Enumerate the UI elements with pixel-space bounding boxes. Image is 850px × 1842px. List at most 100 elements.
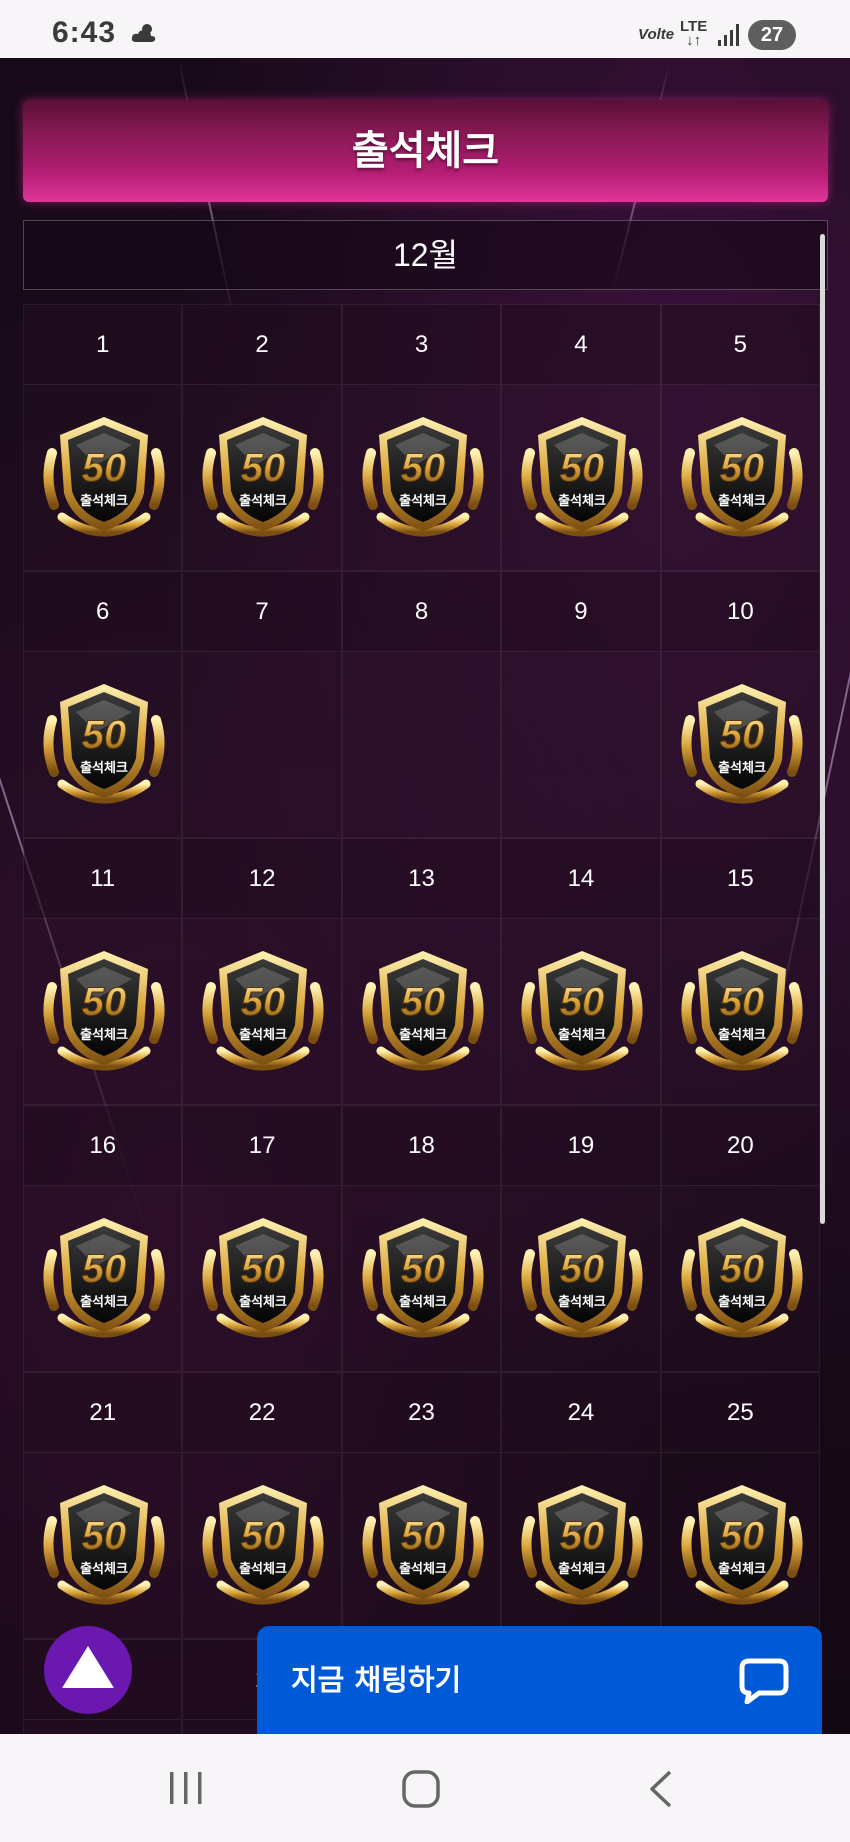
home-icon[interactable] xyxy=(401,1770,441,1808)
chat-bubble-icon xyxy=(739,1658,789,1704)
calendar-day-cell[interactable]: 23 50 출석체크 xyxy=(341,1372,502,1639)
status-bar: 6:43 Volte LTE ↓↑ 27 xyxy=(0,0,850,58)
calendar-day-cell[interactable]: 8 xyxy=(341,571,502,838)
day-stamp-area: 50 출석체크 xyxy=(502,919,659,1105)
badge-number: 50 xyxy=(241,1514,286,1558)
month-header: 12월 xyxy=(23,220,828,290)
calendar-day-cell[interactable]: 1 50 출석체크 xyxy=(23,304,183,571)
attendance-badge-icon: 50 출석체크 xyxy=(43,684,165,804)
calendar-day-cell[interactable]: 3 50 출석체크 xyxy=(341,304,502,571)
badge-label: 출석체크 xyxy=(399,1294,447,1310)
calendar-day-cell[interactable]: 19 50 출석체크 xyxy=(501,1105,661,1372)
badge-number: 50 xyxy=(719,1514,764,1558)
day-stamp-area: 50 출석체크 xyxy=(183,385,340,571)
day-stamp-area: 50 출석체크 xyxy=(183,1186,340,1372)
day-number: 20 xyxy=(661,1106,820,1186)
calendar-day-cell[interactable]: 5 50 출석체크 xyxy=(660,304,821,571)
attendance-badge-icon: 50 출석체크 xyxy=(43,1218,165,1338)
day-stamp-area: 50 출석체크 xyxy=(662,1453,819,1639)
attendance-badge-icon: 50 출석체크 xyxy=(202,1485,324,1605)
calendar-day-cell[interactable]: 25 50 출석체크 xyxy=(660,1372,821,1639)
badge-label: 출석체크 xyxy=(239,1561,287,1577)
calendar-day-cell[interactable]: 16 50 출석체크 xyxy=(23,1105,183,1372)
badge-label: 출석체크 xyxy=(80,1561,128,1577)
attendance-badge-icon: 50 출석체크 xyxy=(681,1485,803,1605)
page-title: 출석체크 xyxy=(351,128,500,174)
calendar-day-cell[interactable]: 9 xyxy=(501,571,661,838)
day-number: 19 xyxy=(502,1106,660,1186)
attendance-badge-icon: 50 출석체크 xyxy=(681,684,803,804)
badge-label: 출석체크 xyxy=(718,1027,766,1043)
calendar-day-cell[interactable]: 4 50 출석체크 xyxy=(501,304,661,571)
badge-label: 출석체크 xyxy=(399,1027,447,1043)
calendar-day-cell[interactable]: 7 xyxy=(182,571,342,838)
day-stamp-area: 50 출석체크 xyxy=(662,385,819,571)
day-number: 1 xyxy=(24,305,182,385)
day-number: 9 xyxy=(502,572,660,652)
badge-number: 50 xyxy=(401,1514,446,1558)
attendance-badge-icon: 50 출석체크 xyxy=(362,1485,484,1605)
day-number: 16 xyxy=(24,1106,182,1186)
lte-indicator: LTE ↓↑ xyxy=(680,18,708,49)
calendar-week: 11 50 출석체크 12 50 출석체크 13 50 출석체크 14 50 출석체크 15 50 출석체크 xyxy=(23,838,821,1105)
calendar-day-cell[interactable]: 14 50 출석체크 xyxy=(501,838,661,1105)
calendar-day-cell[interactable]: 21 50 출석체크 xyxy=(23,1372,183,1639)
triangle-up-icon xyxy=(62,1646,114,1688)
calendar-day-cell[interactable]: 15 50 출석체크 xyxy=(660,838,821,1105)
attendance-badge-icon: 50 출석체크 xyxy=(43,417,165,537)
badge-number: 50 xyxy=(401,980,446,1024)
calendar-day-cell[interactable]: 20 50 출석체크 xyxy=(660,1105,821,1372)
calendar-day-cell[interactable]: 6 50 출석체크 xyxy=(23,571,183,838)
calendar-day-cell[interactable]: 22 50 출석체크 xyxy=(182,1372,342,1639)
attendance-badge-icon: 50 출석체크 xyxy=(362,951,484,1071)
calendar-day-cell[interactable]: 12 50 출석체크 xyxy=(182,838,342,1105)
badge-number: 50 xyxy=(719,713,764,757)
calendar-day-cell[interactable]: 24 50 출석체크 xyxy=(501,1372,661,1639)
badge-label: 출석체크 xyxy=(80,760,128,776)
attendance-badge-icon: 50 출석체크 xyxy=(681,951,803,1071)
calendar-day-cell[interactable]: 10 50 출석체크 xyxy=(660,571,821,838)
day-number: 6 xyxy=(24,572,182,652)
badge-number: 50 xyxy=(241,446,286,490)
day-stamp-area xyxy=(502,652,659,838)
day-number: 8 xyxy=(342,572,501,652)
badge-label: 출석체크 xyxy=(718,760,766,776)
attendance-badge-icon: 50 출석체크 xyxy=(521,951,643,1071)
page-title-bar: 출석체크 xyxy=(23,100,828,202)
chat-now-button[interactable]: 지금 채팅하기 xyxy=(257,1626,822,1734)
badge-number: 50 xyxy=(82,1247,127,1291)
calendar-day-cell[interactable]: 18 50 출석체크 xyxy=(341,1105,502,1372)
day-stamp-area: 50 출석체크 xyxy=(24,1453,181,1639)
attendance-badge-icon: 50 출석체크 xyxy=(681,417,803,537)
badge-label: 출석체크 xyxy=(718,493,766,509)
calendar-week: 21 50 출석체크 22 50 출석체크 23 50 출석체크 24 50 출석체크 25 50 출석체크 xyxy=(23,1372,821,1639)
calendar-day-cell[interactable]: 17 50 출석체크 xyxy=(182,1105,342,1372)
badge-label: 출석체크 xyxy=(718,1561,766,1577)
calendar-grid: 1 50 출석체크 2 50 출석체크 3 50 출석체크 4 50 출석체크 5 50 출석체크 6 50 출석… xyxy=(23,304,821,1734)
badge-label: 출석체크 xyxy=(558,1027,606,1043)
badge-label: 출석체크 xyxy=(239,1027,287,1043)
badge-label: 출석체크 xyxy=(80,1027,128,1043)
scrollbar[interactable] xyxy=(820,234,825,1224)
calendar-day-cell[interactable]: 13 50 출석체크 xyxy=(341,838,502,1105)
attendance-badge-icon: 50 출석체크 xyxy=(43,1485,165,1605)
day-number: 2 xyxy=(183,305,341,385)
scroll-to-top-button[interactable] xyxy=(44,1626,132,1714)
badge-label: 출석체크 xyxy=(80,493,128,509)
recent-apps-icon[interactable] xyxy=(166,1770,206,1806)
day-number: 4 xyxy=(502,305,660,385)
day-stamp-area xyxy=(343,652,500,838)
calendar-week: 6 50 출석체크 7 8 9 10 50 출석체크 xyxy=(23,571,821,838)
badge-label: 출석체크 xyxy=(399,493,447,509)
day-number: 22 xyxy=(183,1373,341,1453)
day-number: 12 xyxy=(183,839,341,919)
calendar-day-cell[interactable]: 2 50 출석체크 xyxy=(182,304,342,571)
attendance-badge-icon: 50 출석체크 xyxy=(43,951,165,1071)
day-stamp-area xyxy=(183,652,340,838)
back-icon[interactable] xyxy=(646,1770,676,1808)
badge-label: 출석체크 xyxy=(399,1561,447,1577)
day-number: 13 xyxy=(342,839,501,919)
day-stamp-area: 50 출석체크 xyxy=(502,385,659,571)
calendar-day-cell[interactable]: 11 50 출석체크 xyxy=(23,838,183,1105)
day-stamp-area: 50 출석체크 xyxy=(183,1453,340,1639)
